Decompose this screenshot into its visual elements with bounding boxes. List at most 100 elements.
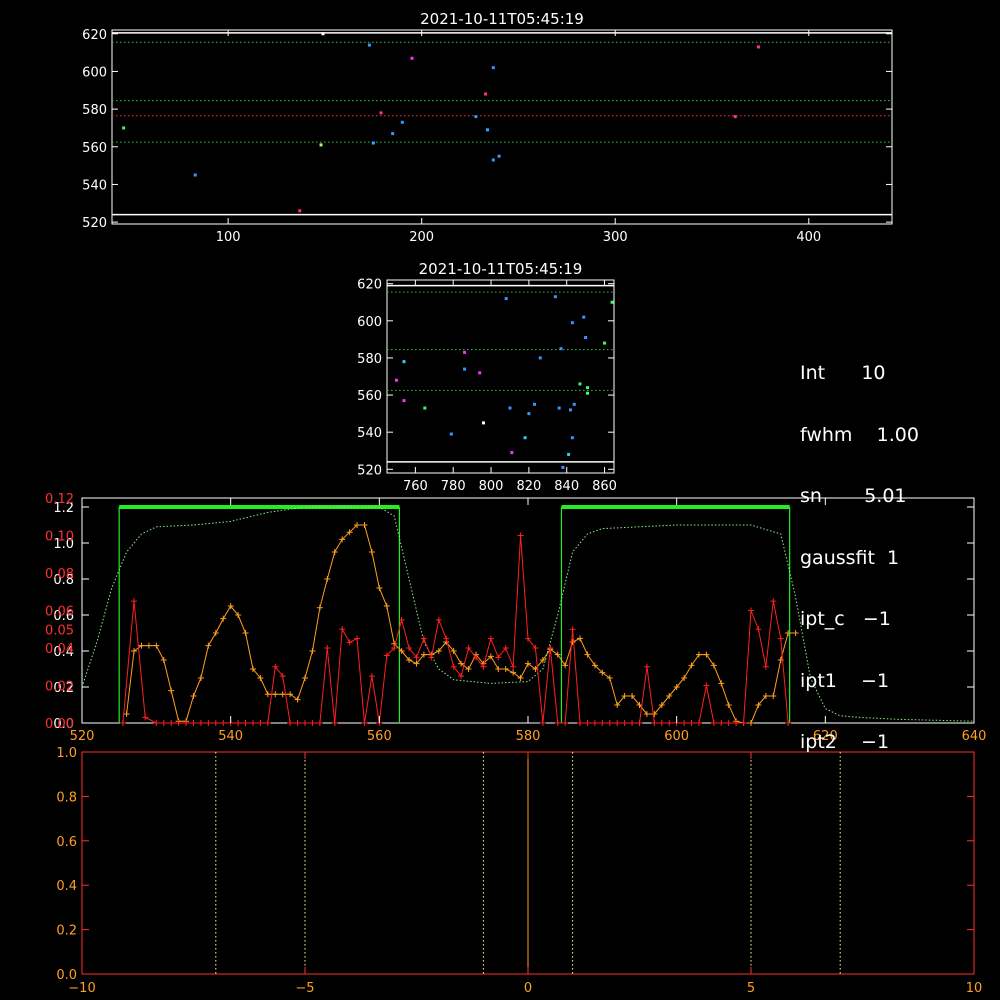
orange-series-marker [688,662,695,669]
data-point [491,158,495,162]
y-tick-label-red: 0.10 [45,530,74,545]
red-series-marker [651,720,658,726]
orange-series-line [126,524,796,724]
data-point [568,408,572,412]
y-tick-label: 520 [82,216,107,231]
orange-series-marker [242,630,249,636]
red-series-marker [606,720,613,726]
red-series-marker [316,720,323,726]
orange-series-marker [205,642,212,649]
orange-series-marker [160,657,167,663]
red-series-marker [287,720,294,726]
red-series-marker [755,626,762,633]
data-point [491,66,495,70]
orange-series-marker [577,635,584,642]
data-point [485,128,489,132]
data-point [484,92,488,96]
data-point [367,43,371,47]
red-series-marker [119,720,126,726]
y-tick-label: 0.4 [56,879,77,894]
y-tick-label: 0.6 [56,835,77,850]
orange-series-marker [220,615,227,622]
int-line: Int 10 [800,362,886,384]
y-tick-label-red: 0.04 [45,642,74,657]
y-tick-label: 0.8 [56,790,77,805]
red-series-marker [762,663,769,670]
y-tick-label: 540 [82,178,107,193]
red-series-marker [205,720,212,726]
red-series-marker [710,720,717,726]
fit-parameters-panel: Int 10 fwhm 1.00 sn 5.01 gaussfit 1 ipt_… [800,322,919,773]
ipt1-line: ipt1 −1 [800,669,890,692]
red-series-marker [703,682,710,689]
data-point [449,432,453,436]
red-series-marker [420,635,427,642]
data-point [504,297,508,301]
red-series-marker [346,639,353,646]
red-series-marker [435,616,442,623]
data-point [527,412,531,416]
red-series-marker [153,720,160,726]
y-tick-label: 0.0 [56,968,77,983]
data-point [474,115,478,119]
x-tick-label: −10 [68,981,95,996]
red-series-marker [718,720,725,726]
red-series-marker [629,720,636,726]
red-series-marker [614,720,621,726]
orange-series-marker [361,522,368,528]
orange-series-marker [264,691,271,698]
y-tick-label-red: 0.05 [45,623,74,638]
orange-series-marker [190,693,197,699]
data-point [410,56,414,60]
data-point [570,436,574,440]
red-series-marker [142,714,149,721]
y-tick-label: 0.2 [56,924,77,939]
red-series-marker [235,720,242,726]
x-tick-label: 600 [664,729,689,744]
orange-series-marker [197,675,204,681]
red-series-marker [584,720,591,726]
red-series-marker [220,720,227,726]
data-point [582,315,586,319]
y-tick-label: 560 [357,389,382,404]
orange-series-marker [584,651,591,658]
x-tick-label: 780 [441,479,466,494]
x-tick-label: 760 [403,479,428,494]
x-tick-label: 400 [796,230,821,245]
orange-series-marker [383,603,390,609]
red-series-marker [695,720,702,726]
red-series-marker [354,635,361,642]
red-series-marker [725,720,732,726]
orange-series-marker [562,662,569,669]
x-tick-label: 640 [962,729,987,744]
x-tick-label: 580 [516,729,541,744]
red-series-marker [309,720,316,726]
red-series-marker [324,645,331,651]
x-tick-label: −5 [295,981,314,996]
red-series-marker [331,720,338,726]
y-tick-label: 600 [82,65,107,80]
data-point [402,360,406,364]
orange-series-marker [153,642,160,649]
chart-title: 2021-10-11T05:45:19 [420,10,584,28]
red-series-marker [168,720,175,726]
data-point [400,120,404,124]
data-point [586,391,590,395]
red-series-marker [212,720,219,726]
y-tick-label: 540 [357,426,382,441]
red-series-marker [577,720,584,726]
data-point [122,126,126,130]
data-point [371,141,375,145]
x-tick-label: 200 [409,230,434,245]
red-series-marker [666,720,673,726]
y-tick-label: 1.0 [56,746,77,761]
x-tick-label: 5 [747,981,755,996]
orange-series-marker [502,666,509,672]
data-point [733,115,737,119]
chart-title: 2021-10-11T05:45:19 [419,260,583,278]
red-series-marker [569,626,576,633]
data-point [557,406,561,410]
fwhm-line: fwhm 1.00 [800,423,919,446]
x-tick-label: 10 [966,981,983,996]
red-series-marker [257,720,264,726]
